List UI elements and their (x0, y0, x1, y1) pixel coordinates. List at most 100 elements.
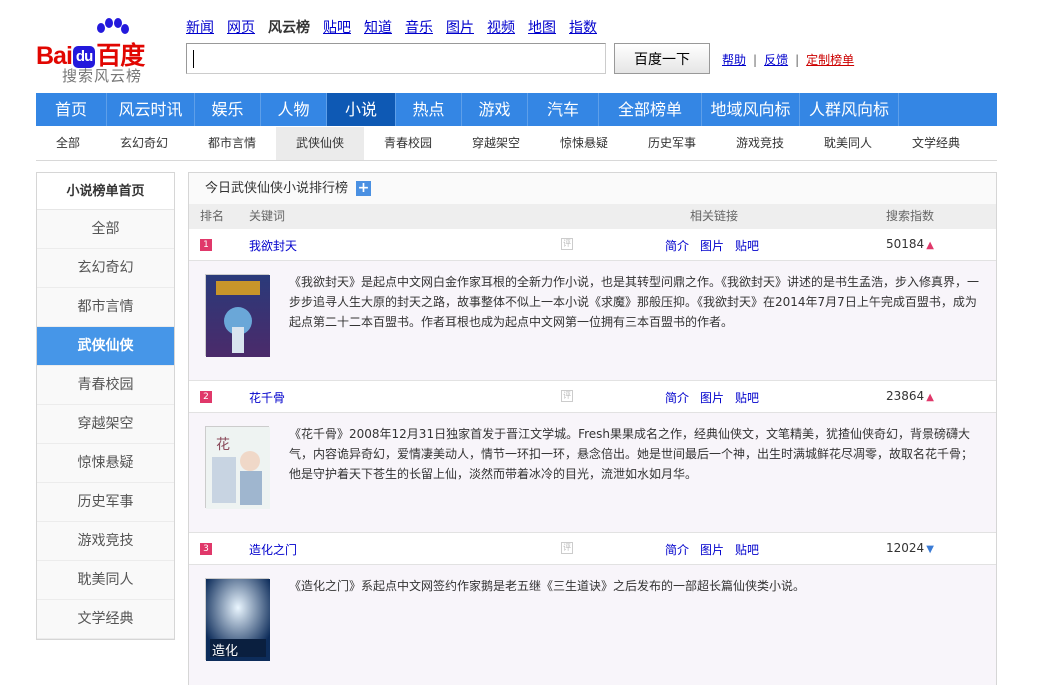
sidebar-item[interactable]: 历史军事 (37, 483, 174, 522)
ranking-row: 3 造化之门 评 简介 图片 贴吧 12024 ▼ (189, 533, 996, 565)
subnav-item[interactable]: 游戏竞技 (716, 127, 804, 160)
related-links: 简介 图片 贴吧 (665, 389, 770, 406)
baidu-logo[interactable]: Bai du 百度 搜索风云榜 (36, 18, 176, 88)
mainnav-item[interactable]: 人群风向标 (800, 93, 899, 126)
topnav-item[interactable]: 音乐 (405, 17, 433, 37)
custom-board-link[interactable]: 定制榜单 (806, 53, 854, 67)
column-header: 排名 关键词 相关链接 搜索指数 (189, 204, 996, 229)
topnav-item[interactable]: 地图 (528, 17, 556, 37)
image-link[interactable]: 图片 (700, 543, 724, 557)
col-keyword: 关键词 (249, 209, 286, 223)
search-index: 50184 ▲ (886, 237, 934, 251)
subnav-item[interactable]: 玄幻奇幻 (100, 127, 188, 160)
mainnav-item[interactable]: 小说 (327, 93, 396, 126)
related-links: 简介 图片 贴吧 (665, 541, 770, 558)
book-cover[interactable] (205, 274, 270, 357)
subnav-item[interactable]: 全部 (36, 127, 100, 160)
mainnav-item[interactable]: 全部榜单 (599, 93, 702, 126)
intro-link[interactable]: 简介 (665, 239, 689, 253)
sidebar-item[interactable]: 惊悚悬疑 (37, 444, 174, 483)
top-nav: 新闻 网页 风云榜 贴吧 知道 音乐 图片 视频 地图 指数 (186, 17, 597, 37)
subnav-item[interactable]: 文学经典 (892, 127, 980, 160)
mainnav-item[interactable]: 热点 (396, 93, 462, 126)
topnav-item[interactable]: 知道 (364, 17, 392, 37)
topnav-item[interactable]: 新闻 (186, 17, 214, 37)
tieba-link[interactable]: 贴吧 (735, 391, 759, 405)
keyword-link[interactable]: 造化之门 (249, 541, 297, 558)
book-detail: 《我欲封天》是起点中文网白金作家耳根的全新力作小说，也是其转型问鼎之作。《我欲封… (189, 261, 996, 381)
topnav-item: 风云榜 (268, 20, 310, 36)
book-detail: 造化 《造化之门》系起点中文网签约作家鹅是老五继《三生道诀》之后发布的一部超长篇仙… (189, 565, 996, 685)
intro-link[interactable]: 简介 (665, 391, 689, 405)
sidebar-item[interactable]: 穿越架空 (37, 405, 174, 444)
topnav-item[interactable]: 图片 (446, 17, 474, 37)
search-input[interactable] (186, 43, 606, 74)
search-index: 12024 ▼ (886, 541, 934, 555)
related-links: 简介 图片 贴吧 (665, 237, 770, 254)
ranking-board: 今日武侠仙侠小说排行榜 + 排名 关键词 相关链接 搜索指数 1 我欲封天评简介 图片… (188, 172, 997, 685)
svg-text:造化: 造化 (212, 644, 238, 659)
topnav-item[interactable]: 视频 (487, 17, 515, 37)
col-links: 相关链接 (690, 209, 739, 223)
sidebar-item[interactable]: 都市言情 (37, 288, 174, 327)
mainnav-item[interactable]: 地域风向标 (702, 93, 800, 126)
mainnav-item[interactable]: 娱乐 (195, 93, 261, 126)
board-title: 今日武侠仙侠小说排行榜 + (189, 173, 996, 204)
review-tag-icon[interactable]: 评 (561, 390, 573, 402)
sidebar-item[interactable]: 青春校园 (37, 366, 174, 405)
search-index: 23864 ▲ (886, 389, 934, 403)
feedback-link[interactable]: 反馈 (764, 53, 788, 67)
subnav-item[interactable]: 惊悚悬疑 (540, 127, 628, 160)
rank-badge: 2 (200, 391, 212, 403)
trend-up-icon: ▲ (926, 240, 934, 251)
rank-badge: 3 (200, 543, 212, 555)
subnav-item[interactable]: 耽美同人 (804, 127, 892, 160)
sidebar-item[interactable]: 文学经典 (37, 600, 174, 639)
subnav-item[interactable]: 穿越架空 (452, 127, 540, 160)
col-index: 搜索指数 (886, 209, 935, 223)
review-tag-icon[interactable]: 评 (561, 238, 573, 250)
sidebar-item[interactable]: 武侠仙侠 (37, 327, 174, 366)
sidebar-item[interactable]: 耽美同人 (37, 561, 174, 600)
book-description: 《造化之门》系起点中文网签约作家鹅是老五继《三生道诀》之后发布的一部超长篇仙侠类… (289, 579, 806, 593)
top-links: 帮助 | 反馈 | 定制榜单 (722, 53, 855, 67)
category-subnav: 全部 玄幻奇幻 都市言情 武侠仙侠 青春校园 穿越架空 惊悚悬疑 历史军事 游戏竞技 耽美同人 文学… (36, 127, 997, 161)
ranking-row: 1 我欲封天 评 简介 图片 贴吧 50184 ▲ (189, 229, 996, 261)
sidebar-item[interactable]: 玄幻奇幻 (37, 249, 174, 288)
rank-badge: 1 (200, 239, 212, 251)
keyword-link[interactable]: 我欲封天 (249, 237, 297, 254)
mainnav-item[interactable]: 汽车 (528, 93, 599, 126)
subnav-item[interactable]: 青春校园 (364, 127, 452, 160)
image-link[interactable]: 图片 (700, 391, 724, 405)
mainnav-item[interactable]: 首页 (36, 93, 107, 126)
plus-icon[interactable]: + (356, 181, 372, 196)
tieba-link[interactable]: 贴吧 (735, 543, 759, 557)
subnav-item[interactable]: 历史军事 (628, 127, 716, 160)
mainnav-item[interactable]: 风云时讯 (107, 93, 195, 126)
subnav-item[interactable]: 都市言情 (188, 127, 276, 160)
trend-up-icon: ▲ (926, 392, 934, 403)
help-link[interactable]: 帮助 (722, 53, 746, 67)
book-description: 《花千骨》2008年12月31日独家首发于晋江文学城。Fresh果果成名之作，经… (289, 427, 974, 481)
sidebar-head[interactable]: 小说榜单首页 (37, 173, 174, 210)
mainnav-item[interactable]: 游戏 (462, 93, 528, 126)
topnav-item[interactable]: 贴吧 (323, 17, 351, 37)
topnav-item[interactable]: 指数 (569, 17, 597, 37)
book-cover[interactable]: 花 (205, 426, 270, 509)
sidebar-item[interactable]: 游戏竞技 (37, 522, 174, 561)
subnav-item[interactable]: 武侠仙侠 (276, 127, 364, 160)
search-button[interactable]: 百度一下 (614, 43, 710, 74)
ranking-row: 2 花千骨 评 简介 图片 贴吧 23864 ▲ (189, 381, 996, 413)
mainnav-item[interactable]: 人物 (261, 93, 327, 126)
sidebar-item[interactable]: 全部 (37, 210, 174, 249)
image-link[interactable]: 图片 (700, 239, 724, 253)
book-description: 《我欲封天》是起点中文网白金作家耳根的全新力作小说，也是其转型问鼎之作。《我欲封… (289, 275, 980, 329)
keyword-link[interactable]: 花千骨 (249, 389, 285, 406)
logo-subtitle: 搜索风云榜 (62, 67, 143, 85)
topnav-item[interactable]: 网页 (227, 17, 255, 37)
review-tag-icon[interactable]: 评 (561, 542, 573, 554)
intro-link[interactable]: 简介 (665, 543, 689, 557)
tieba-link[interactable]: 贴吧 (735, 239, 759, 253)
book-cover[interactable]: 造化 (205, 578, 270, 661)
main-nav: 首页 风云时讯 娱乐 人物 小说 热点 游戏 汽车 全部榜单 地域风向标 人群风向标 (36, 93, 997, 126)
